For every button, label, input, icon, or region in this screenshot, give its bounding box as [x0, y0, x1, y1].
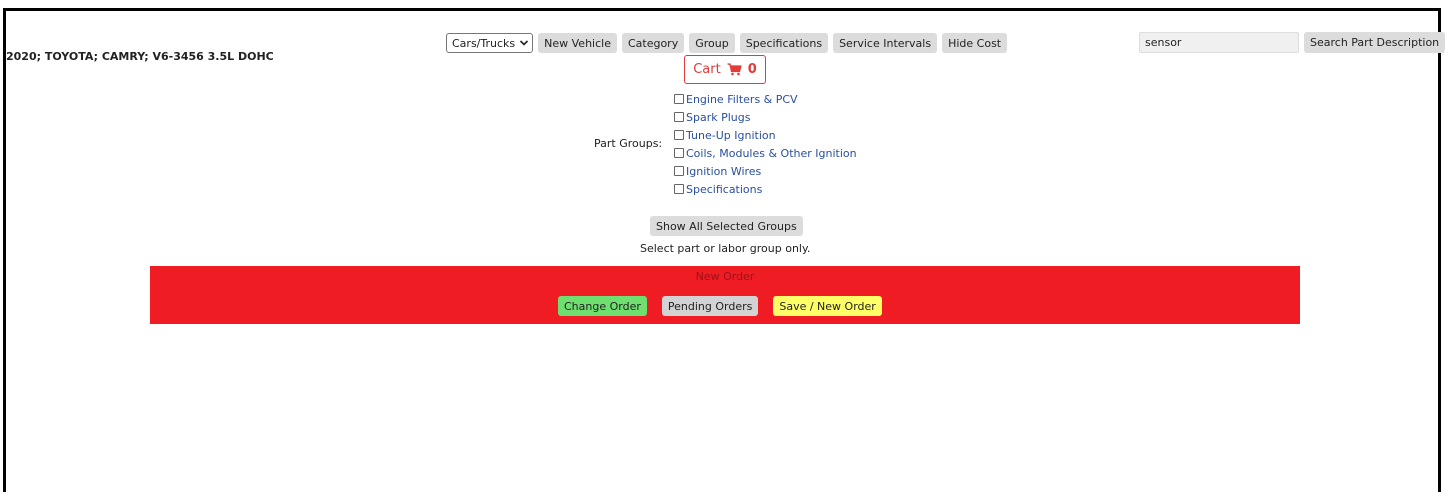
- part-group-checkbox[interactable]: [674, 184, 684, 194]
- show-all-selected-groups-button[interactable]: Show All Selected Groups: [650, 216, 803, 236]
- part-group-checkbox[interactable]: [674, 94, 684, 104]
- chevron-down-icon: [520, 40, 529, 46]
- change-order-button[interactable]: Change Order: [558, 296, 647, 316]
- search-part-description-button[interactable]: Search Part Description: [1304, 32, 1446, 53]
- part-group-link[interactable]: Spark Plugs: [686, 111, 750, 124]
- part-group-checkbox[interactable]: [674, 112, 684, 122]
- part-group-link[interactable]: Coils, Modules & Other Ignition: [686, 147, 857, 160]
- vehicle-type-select[interactable]: Cars/Trucks: [446, 33, 534, 53]
- hide-cost-button[interactable]: Hide Cost: [942, 33, 1008, 53]
- group-button[interactable]: Group: [689, 33, 735, 53]
- vehicle-type-value: Cars/Trucks: [452, 36, 516, 50]
- part-group-link[interactable]: Ignition Wires: [686, 165, 761, 178]
- pending-orders-button[interactable]: Pending Orders: [661, 296, 759, 316]
- cart-count: 0: [747, 62, 757, 77]
- part-group-item: Specifications: [674, 180, 857, 198]
- service-intervals-button[interactable]: Service Intervals: [833, 33, 938, 53]
- part-group-item: Spark Plugs: [674, 108, 857, 126]
- part-group-item: Ignition Wires: [674, 162, 857, 180]
- part-group-checkbox[interactable]: [674, 166, 684, 176]
- part-group-link[interactable]: Engine Filters & PCV: [686, 93, 798, 106]
- part-groups-list: Engine Filters & PCV Spark Plugs Tune-Up…: [674, 90, 857, 198]
- shopping-cart-icon: [727, 63, 742, 76]
- part-group-link[interactable]: Tune-Up Ignition: [686, 129, 776, 142]
- search-input[interactable]: sensor: [1139, 32, 1299, 53]
- part-group-item: Coils, Modules & Other Ignition: [674, 144, 857, 162]
- save-new-order-button[interactable]: Save / New Order: [773, 296, 882, 316]
- cart-label: Cart: [693, 62, 721, 77]
- order-actions: Change Order Pending Orders Save / New O…: [558, 296, 882, 316]
- cart-button[interactable]: Cart 0: [684, 55, 766, 84]
- new-vehicle-button[interactable]: New Vehicle: [538, 33, 617, 53]
- part-group-checkbox[interactable]: [674, 148, 684, 158]
- part-group-item: Engine Filters & PCV: [674, 90, 857, 108]
- order-bar: New Order Change Order Pending Orders Sa…: [150, 266, 1300, 324]
- toolbar: Cars/Trucks New Vehicle Category Group S…: [446, 33, 1008, 53]
- part-group-link[interactable]: Specifications: [686, 183, 762, 196]
- part-group-checkbox[interactable]: [674, 130, 684, 140]
- search-input-value: sensor: [1145, 36, 1182, 49]
- part-groups-label: Part Groups:: [594, 137, 663, 150]
- category-button[interactable]: Category: [621, 33, 685, 53]
- order-title: New Order: [695, 270, 755, 283]
- vehicle-title: 2020; TOYOTA; CAMRY; V6-3456 3.5L DOHC: [6, 50, 274, 63]
- part-group-item: Tune-Up Ignition: [674, 126, 857, 144]
- group-selection-hint: Select part or labor group only.: [640, 242, 811, 255]
- specifications-button[interactable]: Specifications: [739, 33, 829, 53]
